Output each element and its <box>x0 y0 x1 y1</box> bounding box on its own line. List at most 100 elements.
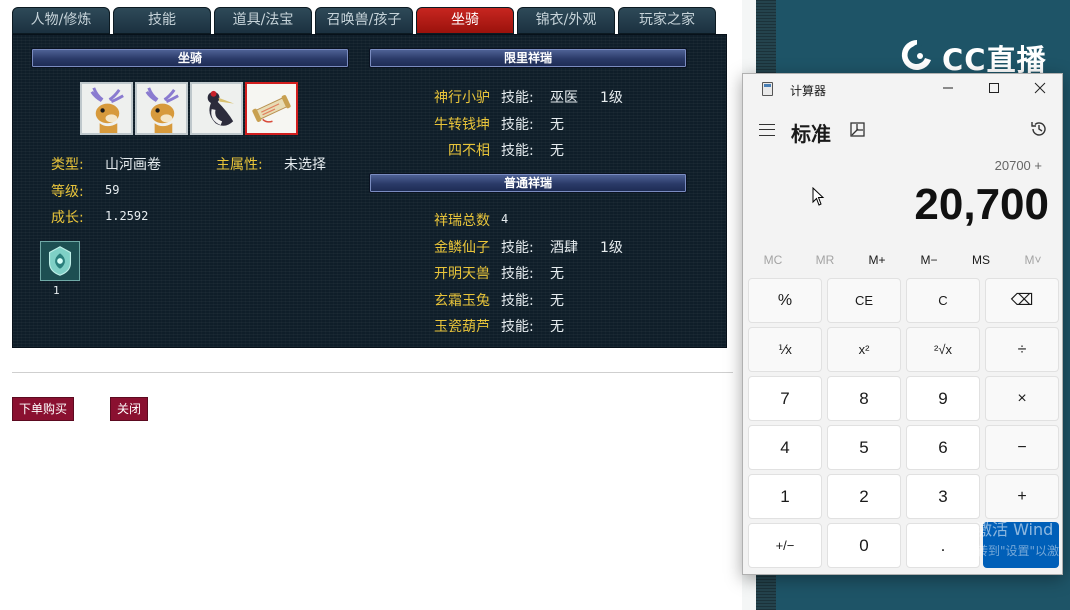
maximize-button[interactable] <box>971 74 1017 106</box>
deer-portrait[interactable] <box>80 82 133 135</box>
activation-watermark-hint: 转到"设置"以激 <box>976 544 1060 558</box>
normal-skill-label-1: 技能: <box>501 240 534 256</box>
level-value: 59 <box>105 183 120 197</box>
normal-name-4: 玉瓷葫芦 <box>434 319 490 335</box>
memory-subtract-button[interactable]: M− <box>903 248 955 272</box>
digit-5-button[interactable]: 5 <box>827 425 901 470</box>
digit-9-button[interactable]: 9 <box>906 376 980 421</box>
tab-items[interactable]: 道具/法宝 <box>214 7 312 34</box>
normal-skill-3: 无 <box>550 293 564 309</box>
buy-button[interactable]: 下单购买 <box>12 397 74 421</box>
backspace-button[interactable]: ⌫ <box>985 278 1059 323</box>
limited-name-2: 牛转钱坤 <box>434 117 490 133</box>
limited-name-3: 四不相 <box>448 143 490 159</box>
normal-level-1: 1级 <box>600 240 623 256</box>
activation-watermark: 激活 Wind <box>976 520 1054 539</box>
level-label: 等级: <box>51 184 84 200</box>
type-label: 类型: <box>51 157 84 173</box>
multiply-button[interactable]: × <box>985 376 1059 421</box>
normal-skill-label-4: 技能: <box>501 319 534 335</box>
close-button[interactable]: 关闭 <box>110 397 148 421</box>
percent-button[interactable]: % <box>748 278 822 323</box>
digit-7-button[interactable]: 7 <box>748 376 822 421</box>
navigation-menu-icon[interactable] <box>759 124 775 136</box>
limited-skill-2: 无 <box>550 117 564 133</box>
normal-skill-1: 酒肆 <box>550 240 578 256</box>
maximize-icon <box>989 83 999 93</box>
calculator-app-icon <box>762 82 773 96</box>
history-icon[interactable] <box>1029 119 1049 139</box>
normal-skill-label-3: 技能: <box>501 293 534 309</box>
limited-skill-3: 无 <box>550 143 564 159</box>
keep-on-top-icon[interactable] <box>849 121 867 139</box>
growth-value: 1.2592 <box>105 209 149 223</box>
window-close-button[interactable] <box>1017 74 1063 106</box>
mode-title: 标准 <box>791 124 831 146</box>
clear-button[interactable]: C <box>906 278 980 323</box>
mouse-pointer-icon <box>812 187 825 206</box>
digit-1-button[interactable]: 1 <box>748 474 822 519</box>
normal-skill-2: 无 <box>550 266 564 282</box>
limited-skill-label-2: 技能: <box>501 117 534 133</box>
expression-display: 20700 + <box>994 158 1042 173</box>
digit-8-button[interactable]: 8 <box>827 376 901 421</box>
growth-label: 成长: <box>51 210 84 226</box>
limited-skill-label-1: 技能: <box>501 90 534 106</box>
memory-store-button[interactable]: MS <box>955 248 1007 272</box>
square-button[interactable]: x² <box>827 327 901 372</box>
minimize-button[interactable] <box>925 74 971 106</box>
mount-section-heading: 坐骑 <box>31 48 349 68</box>
tab-player-home[interactable]: 玩家之家 <box>618 7 716 34</box>
mount-panel: 坐骑 限里祥瑞 普通祥瑞 类型: 山河画卷 主属性: 未选择 等级: 59 成长… <box>12 34 727 348</box>
memory-recall-button[interactable]: MR <box>799 248 851 272</box>
calculator-window: 计算器 标准 20700 + 20,700 MC MR M+ M− MS M˅ … <box>742 73 1063 575</box>
reciprocal-button[interactable]: ⅟x <box>748 327 822 372</box>
digit-0-button[interactable]: 0 <box>827 523 901 568</box>
square-root-button[interactable]: ²√x <box>906 327 980 372</box>
limited-skill-1: 巫医 <box>550 90 578 106</box>
mount-badge-count: 1 <box>53 284 60 297</box>
close-icon <box>1034 82 1046 94</box>
digit-4-button[interactable]: 4 <box>748 425 822 470</box>
title-bar[interactable]: 计算器 <box>743 74 1062 106</box>
memory-clear-button[interactable]: MC <box>747 248 799 272</box>
limited-skill-label-3: 技能: <box>501 143 534 159</box>
normal-name-2: 开明天兽 <box>434 266 490 282</box>
tab-character[interactable]: 人物/修炼 <box>12 7 110 34</box>
result-display: 20,700 <box>914 180 1049 229</box>
memory-add-button[interactable]: M+ <box>851 248 903 272</box>
decimal-button[interactable]: . <box>906 523 980 568</box>
normal-section-heading: 普通祥瑞 <box>369 173 687 193</box>
limited-section-heading: 限里祥瑞 <box>369 48 687 68</box>
crane-portrait[interactable] <box>190 82 243 135</box>
tab-appearance[interactable]: 锦衣/外观 <box>517 7 615 34</box>
main-attr-value: 未选择 <box>284 157 326 173</box>
mount-badge-icon[interactable] <box>40 241 80 281</box>
screen: 人物/修炼 技能 道具/法宝 召唤兽/孩子 坐骑 锦衣/外观 玩家之家 坐骑 限… <box>0 0 1070 610</box>
digit-3-button[interactable]: 3 <box>906 474 980 519</box>
divider-line <box>12 372 733 373</box>
total-label: 祥瑞总数 <box>434 213 490 229</box>
limited-level-1: 1级 <box>600 90 623 106</box>
add-button[interactable]: + <box>985 474 1059 519</box>
normal-skill-4: 无 <box>550 319 564 335</box>
memory-list-button[interactable]: M˅ <box>1007 248 1059 272</box>
divide-button[interactable]: ÷ <box>985 327 1059 372</box>
tab-summons[interactable]: 召唤兽/孩子 <box>315 7 413 34</box>
digit-6-button[interactable]: 6 <box>906 425 980 470</box>
digit-2-button[interactable]: 2 <box>827 474 901 519</box>
minimize-icon <box>943 87 953 89</box>
main-attr-label: 主属性: <box>216 157 263 173</box>
tab-mount[interactable]: 坐骑 <box>416 7 514 34</box>
scroll-portrait[interactable] <box>245 82 298 135</box>
deer-portrait-2[interactable] <box>135 82 188 135</box>
limited-name-1: 神行小驴 <box>434 90 490 106</box>
memory-row: MC MR M+ M− MS M˅ <box>747 248 1060 272</box>
clear-entry-button[interactable]: CE <box>827 278 901 323</box>
negate-button[interactable]: +/− <box>748 523 822 568</box>
tab-skills[interactable]: 技能 <box>113 7 211 34</box>
subtract-button[interactable]: − <box>985 425 1059 470</box>
normal-skill-label-2: 技能: <box>501 266 534 282</box>
total-value: 4 <box>501 212 509 226</box>
normal-name-1: 金鳞仙子 <box>434 240 490 256</box>
